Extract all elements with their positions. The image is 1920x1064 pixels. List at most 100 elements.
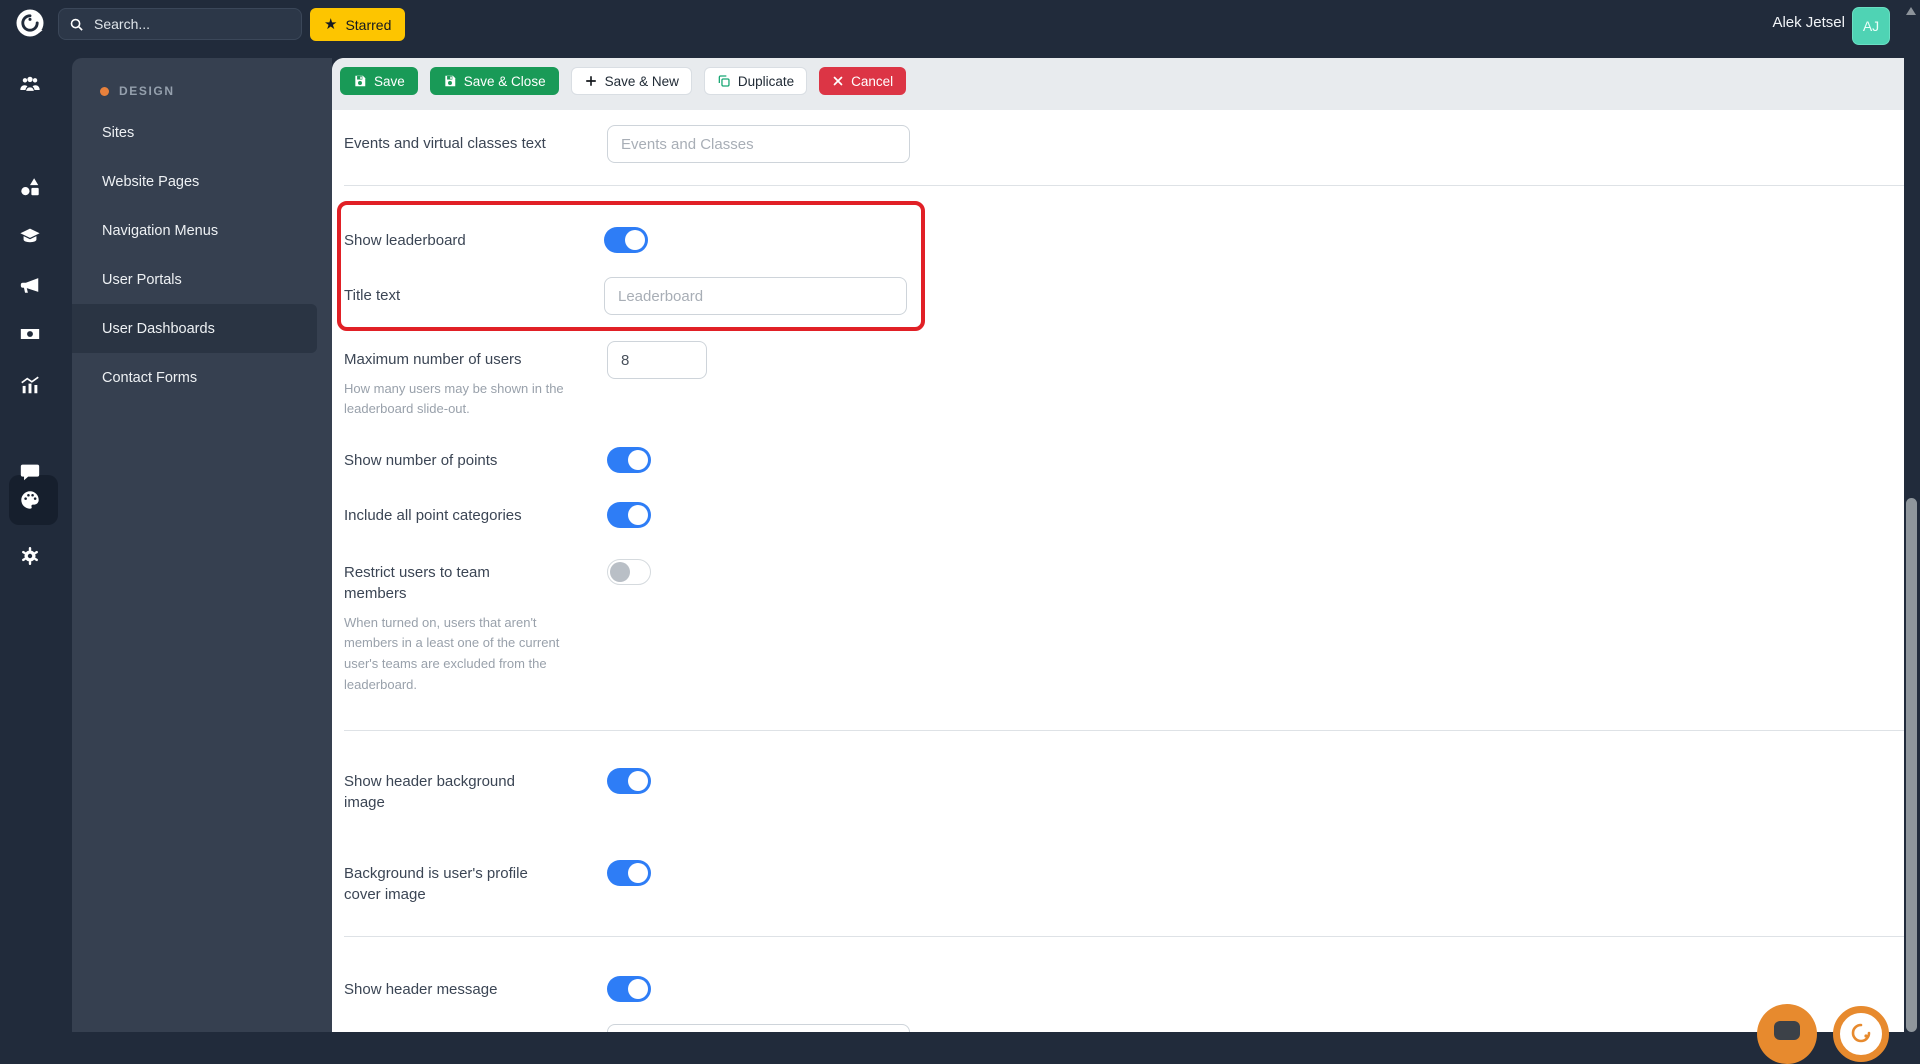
form-row-show-header-bg: Show header background image — [344, 763, 1904, 813]
avatar[interactable]: AJ — [1852, 7, 1890, 45]
events-text-input[interactable] — [607, 125, 910, 163]
annotation-highlight-box: Show leaderboard Title text — [337, 201, 925, 331]
sidebar-item-marketing[interactable] — [0, 263, 60, 307]
graduation-cap-icon — [20, 228, 40, 243]
sidebar-item-navigation-menus[interactable]: Navigation Menus — [72, 206, 332, 255]
user-name: Alek Jetsel — [1772, 14, 1845, 31]
form-row-header-message-text: Header message text Use {name} to insert… — [344, 1023, 1904, 1032]
copy-icon — [718, 75, 730, 87]
form-row-restrict-team: Restrict users to team members When turn… — [344, 554, 1904, 696]
form-row-bg-profile-cover: Background is user's profile cover image — [344, 855, 1904, 905]
sidebar-item-label: Sites — [102, 124, 135, 141]
avatar-initials: AJ — [1862, 18, 1880, 34]
form-row-show-header-message: Show header message — [344, 971, 1904, 1002]
field-label: Show number of points — [344, 452, 498, 470]
app-logo-elephant-icon[interactable] — [12, 5, 48, 41]
show-header-bg-toggle[interactable] — [607, 767, 651, 794]
sidebar-item-content[interactable] — [0, 165, 60, 209]
restrict-team-toggle[interactable] — [607, 559, 651, 586]
save-and-new-button[interactable]: Save & New — [570, 67, 692, 95]
form-row-max-users: Maximum number of users How many users m… — [344, 341, 1904, 420]
sidebar-item-user-dashboards[interactable]: User Dashboards — [72, 304, 317, 353]
icon-rail — [0, 46, 60, 1032]
sidebar-section-header: DESIGN — [72, 58, 332, 108]
section-label: DESIGN — [119, 84, 175, 98]
bg-profile-cover-toggle[interactable] — [607, 860, 651, 887]
starred-label: Starred — [345, 16, 392, 33]
title-text-input[interactable] — [604, 277, 907, 315]
chart-icon — [21, 376, 39, 394]
cancel-label: Cancel — [851, 73, 894, 89]
design-sidebar: DESIGN Sites Website Pages Navigation Me… — [72, 58, 332, 1032]
close-icon — [833, 76, 843, 86]
search-icon — [70, 18, 83, 31]
sidebar-item-people[interactable] — [0, 62, 60, 106]
field-label: Background is user's profile cover image — [344, 865, 528, 903]
scrollbar-thumb[interactable] — [1906, 498, 1917, 1032]
duplicate-button[interactable]: Duplicate — [703, 67, 808, 95]
sidebar-item-reports[interactable] — [0, 363, 60, 407]
divider — [344, 935, 1904, 937]
chat-bubble-icon — [1774, 1021, 1800, 1040]
field-label: Include all point categories — [344, 507, 522, 525]
elephant-logo-icon — [1851, 1023, 1871, 1043]
duplicate-label: Duplicate — [737, 73, 795, 89]
field-help-text: When turned on, users that aren't member… — [344, 614, 560, 693]
show-points-toggle[interactable] — [607, 447, 651, 474]
field-label: Maximum number of users — [344, 351, 522, 368]
field-label: Events and virtual classes text — [344, 135, 546, 152]
settings-form: Events and virtual classes text Show lea… — [332, 110, 1904, 1032]
shapes-icon — [21, 178, 39, 196]
sidebar-item-user-portals[interactable]: User Portals — [72, 255, 332, 304]
sidebar-item-label: Contact Forms — [102, 369, 198, 386]
show-leaderboard-toggle[interactable] — [604, 227, 648, 253]
toggle-knob — [628, 450, 648, 471]
save-and-close-button[interactable]: Save & Close — [429, 67, 559, 95]
divider — [344, 185, 1904, 186]
money-bill-icon — [20, 328, 40, 340]
field-help-text: How many users may be shown in the leade… — [344, 380, 564, 417]
sidebar-item-settings[interactable] — [0, 534, 60, 578]
scrollbar-up-arrow-icon[interactable] — [1906, 7, 1916, 15]
search-input[interactable] — [92, 15, 276, 33]
action-toolbar: Save Save & Close Save & New Duplicate C… — [332, 58, 1904, 110]
toggle-knob — [628, 505, 648, 526]
form-row-show-leaderboard: Show leaderboard — [344, 222, 921, 253]
form-row-title-text: Title text — [344, 277, 921, 315]
field-label: Show header background image — [344, 772, 515, 811]
form-row-show-points: Show number of points — [344, 442, 1904, 474]
field-label: Show header message — [344, 980, 498, 998]
save-icon — [445, 75, 456, 87]
users-group-icon — [20, 76, 40, 91]
global-search — [58, 8, 302, 40]
help-fab-button[interactable] — [1833, 1006, 1889, 1062]
sidebar-item-website-pages[interactable]: Website Pages — [72, 157, 332, 206]
sidebar-item-label: User Dashboards — [102, 320, 215, 337]
starred-button[interactable]: ★ Starred — [310, 8, 406, 41]
section-dot-icon — [100, 86, 109, 96]
form-row-events-text: Events and virtual classes text — [344, 125, 1904, 163]
star-icon: ★ — [324, 16, 338, 33]
divider — [344, 729, 1904, 731]
field-label: Show leaderboard — [344, 232, 466, 249]
chat-fab-button[interactable] — [1757, 1004, 1817, 1064]
save-button[interactable]: Save — [340, 67, 418, 95]
sidebar-item-design[interactable] — [0, 478, 60, 522]
max-users-input[interactable] — [607, 341, 707, 379]
gear-icon — [22, 547, 38, 565]
sidebar-item-billing[interactable] — [0, 312, 60, 356]
show-header-message-toggle[interactable] — [607, 975, 651, 1002]
cancel-button[interactable]: Cancel — [819, 67, 907, 95]
save-and-new-label: Save & New — [604, 73, 679, 89]
include-categories-toggle[interactable] — [607, 502, 651, 529]
toggle-knob — [625, 230, 645, 250]
form-row-include-categories: Include all point categories — [344, 497, 1904, 529]
save-icon — [355, 75, 366, 87]
megaphone-icon — [20, 278, 39, 293]
header-message-input[interactable] — [607, 1023, 910, 1032]
toggle-knob — [628, 863, 648, 884]
sidebar-item-education[interactable] — [0, 214, 60, 258]
toggle-knob — [628, 770, 648, 791]
sidebar-item-sites[interactable]: Sites — [72, 108, 332, 157]
sidebar-item-contact-forms[interactable]: Contact Forms — [72, 353, 332, 402]
